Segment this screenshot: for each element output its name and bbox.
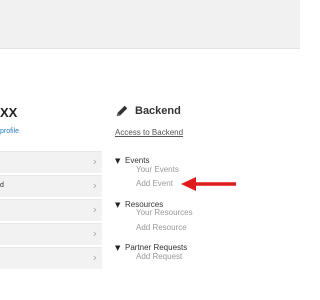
profile-link[interactable]: profile [0,128,19,135]
menu-item[interactable]: › [0,199,102,221]
chevron-right-icon: › [92,203,97,216]
menu-item-label: d [0,182,4,189]
chevron-right-icon: › [92,227,97,240]
your-resources-link[interactable]: Your Resources [136,208,193,217]
add-resource-link[interactable]: Add Resource [136,223,187,232]
triangle-down-icon: ▼ [115,157,121,165]
menu-item[interactable]: › [0,151,102,173]
backend-header: Backend [115,104,181,118]
profile-title: XX [0,105,18,120]
chevron-right-icon: › [92,155,97,168]
add-event-link[interactable]: Add Event [136,179,173,188]
triangle-down-icon: ▼ [115,201,121,209]
menu-item[interactable]: › [0,223,102,245]
profile-menu: › d › › › › [0,151,102,271]
chevron-right-icon: › [92,179,97,192]
tree-item-label: Partner Requests [125,243,188,252]
top-bar [0,0,300,49]
arrow-left-icon [181,177,236,191]
your-events-link[interactable]: Your Events [136,165,179,174]
add-request-link[interactable]: Add Request [136,252,182,261]
backend-title: Backend [135,105,181,117]
access-backend-link[interactable]: Access to Backend [115,128,183,137]
tree-item-label: Events [125,156,150,165]
pencil-icon [116,105,128,117]
menu-item[interactable]: d › [0,175,102,197]
menu-item[interactable]: › [0,247,102,269]
chevron-right-icon: › [92,251,97,264]
triangle-down-icon: ▼ [115,244,121,252]
